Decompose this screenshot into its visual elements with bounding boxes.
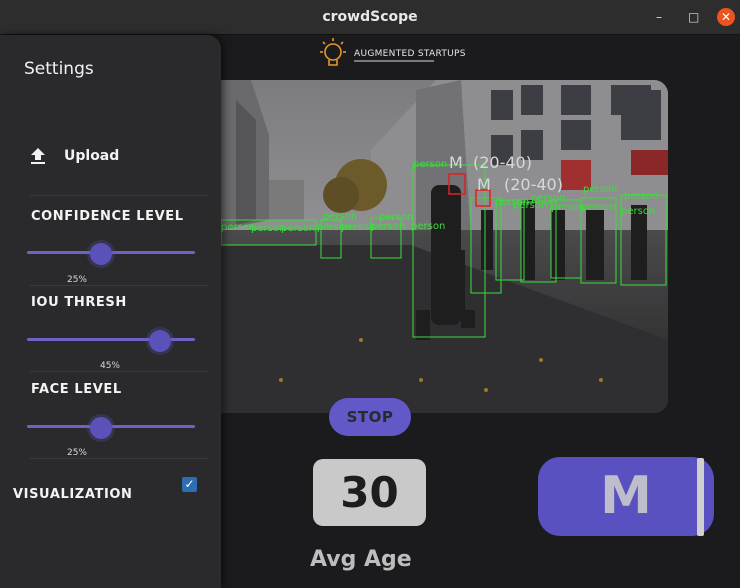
logo-tagline: [354, 60, 434, 62]
det-label: person: [413, 159, 447, 170]
face-slider[interactable]: [27, 417, 195, 439]
video-feed: person person person person person perso…: [221, 80, 668, 413]
det-label: person: [581, 202, 615, 213]
iou-label: IOU THRESH: [31, 295, 127, 310]
settings-title: Settings: [24, 59, 94, 79]
det-label: person: [531, 193, 565, 204]
settings-sidebar: Settings Upload CONFIDENCE LEVEL 25% IOU…: [0, 35, 221, 588]
confidence-value: 25%: [66, 275, 87, 285]
stop-button[interactable]: STOP: [329, 398, 411, 436]
lightbulb-icon: [320, 38, 346, 66]
divider: [30, 195, 208, 196]
det-label: person: [323, 211, 357, 222]
iou-value: 45%: [99, 361, 120, 371]
det-label: person: [251, 223, 285, 234]
det-label: person: [221, 222, 255, 233]
upload-icon: [31, 148, 45, 164]
det-label: person: [411, 221, 445, 232]
det-label: person: [281, 223, 315, 234]
slider-thumb[interactable]: [149, 330, 172, 352]
divider: [30, 458, 208, 459]
avg-age-label: Avg Age: [310, 547, 412, 572]
iou-slider[interactable]: [27, 330, 195, 352]
scrollbar[interactable]: [697, 458, 704, 536]
face-gender-label: M: [477, 175, 491, 194]
confidence-label: CONFIDENCE LEVEL: [31, 209, 184, 224]
window-title: crowdScope: [322, 9, 418, 25]
divider: [30, 285, 208, 286]
confidence-slider[interactable]: [27, 243, 195, 265]
title-bar: crowdScope – □ ✕: [0, 0, 740, 35]
det-label: person: [583, 184, 617, 195]
close-button[interactable]: ✕: [717, 8, 735, 26]
face-age-label: (20-40): [504, 175, 563, 194]
det-label: person: [341, 222, 375, 233]
det-label: person: [379, 212, 413, 223]
det-label: person: [621, 206, 655, 217]
upload-label: Upload: [64, 148, 120, 164]
det-label: person: [624, 191, 658, 202]
avg-age-value: 30: [313, 459, 426, 526]
visualization-label: VISUALIZATION: [13, 487, 133, 502]
brand-logo: AUGMENTED STARTUPS: [316, 36, 476, 76]
minimize-button[interactable]: –: [656, 9, 662, 25]
face-value: 25%: [66, 448, 87, 458]
logo-text: AUGMENTED STARTUPS: [354, 49, 466, 59]
maximize-button[interactable]: □: [688, 9, 699, 25]
slider-thumb[interactable]: [89, 243, 112, 265]
slider-thumb[interactable]: [89, 417, 112, 439]
face-age-label: (20-40): [473, 153, 532, 172]
divider: [30, 371, 208, 372]
street-scene: person person person person person perso…: [221, 80, 668, 413]
face-gender-label: M: [449, 153, 463, 172]
upload-button[interactable]: Upload: [30, 147, 180, 167]
face-label: FACE LEVEL: [31, 382, 122, 397]
gender-value: M: [538, 457, 714, 536]
visualization-checkbox[interactable]: ✓: [182, 477, 197, 492]
